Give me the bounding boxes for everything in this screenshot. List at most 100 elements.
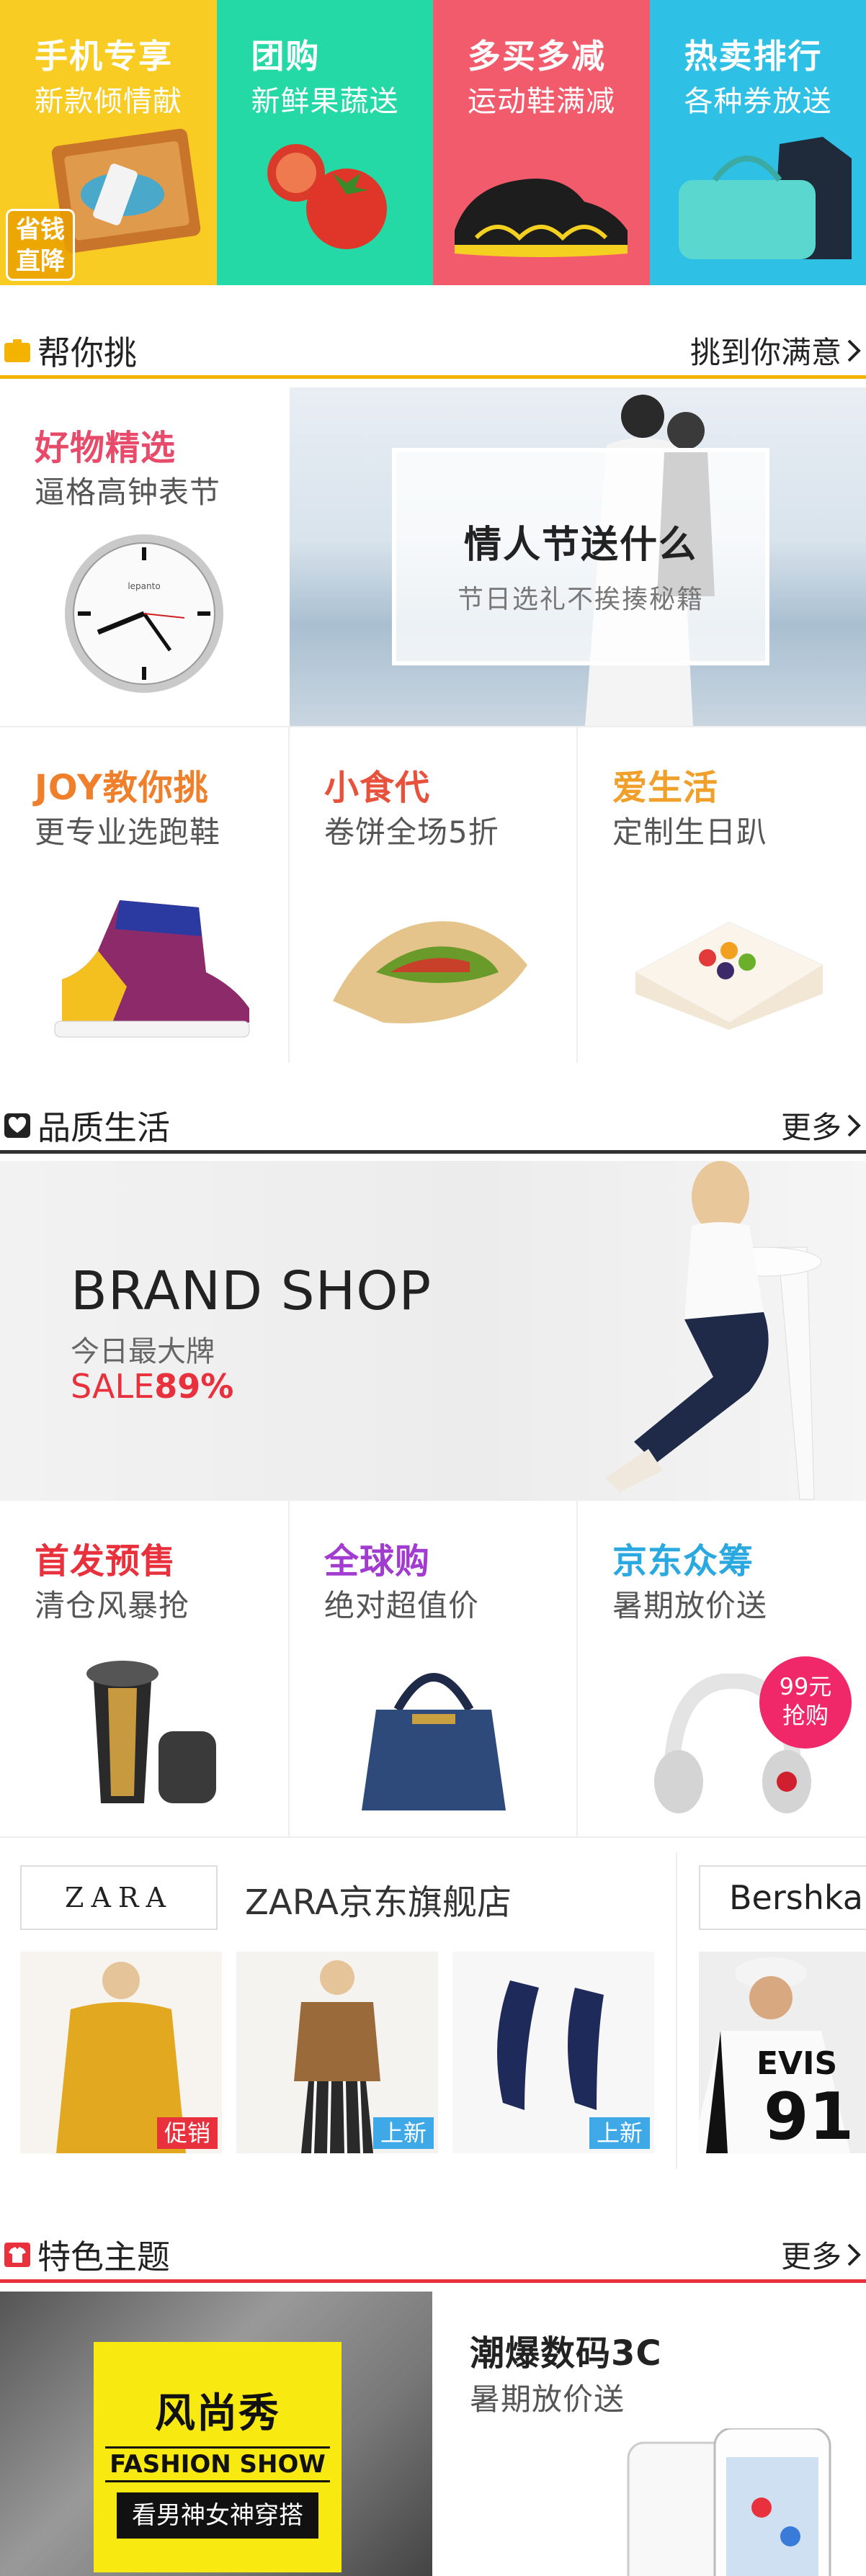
cell-title: 首发预售 xyxy=(35,1541,177,1581)
divider xyxy=(676,1852,677,2169)
promo-buy-more[interactable]: 多买多减 运动鞋满减 xyxy=(433,0,650,285)
promo-hot-ranking[interactable]: 热卖排行 各种券放送 xyxy=(649,0,866,285)
digital-3c-cell[interactable]: 潮爆数码3C 暑期放价送 xyxy=(434,2292,866,2576)
valentine-title: 情人节送什么 xyxy=(463,524,697,567)
cell-title: 京东众筹 xyxy=(612,1541,754,1581)
fashion-title: 风尚秀 xyxy=(155,2390,280,2437)
clock-brand-text: lepanto xyxy=(128,581,160,591)
cell-title: 爱生活 xyxy=(612,768,719,808)
section-title: 特色主题 xyxy=(37,2237,170,2276)
zara-logo[interactable]: ZARA xyxy=(20,1865,218,1930)
snack-cell[interactable]: 小食代 卷饼全场5折 xyxy=(290,727,576,1063)
shirt-number: 91 xyxy=(764,2079,854,2153)
model-image xyxy=(605,1161,822,1500)
promo-subtitle: 运动鞋满减 xyxy=(468,85,615,118)
section-title: 品质生活 xyxy=(37,1108,170,1147)
cell-title: JOY教你挑 xyxy=(35,768,209,808)
chevron-right-icon xyxy=(847,2243,861,2266)
cell-subtitle: 暑期放价送 xyxy=(470,2382,625,2417)
smartphones-image xyxy=(627,2428,831,2576)
promo-title: 多买多减 xyxy=(468,37,606,76)
cell-title: 小食代 xyxy=(324,768,431,808)
bershka-logo[interactable]: Bershka xyxy=(699,1865,866,1930)
product-card[interactable]: EVIS 91 xyxy=(699,1952,866,2153)
section-more-link[interactable]: 更多 xyxy=(781,2232,862,2276)
fashion-en-title: FASHION SHOW xyxy=(105,2446,330,2482)
divider xyxy=(0,1836,866,1838)
promo-title: 手机专享 xyxy=(35,37,173,76)
joy-pick-cell[interactable]: JOY教你挑 更专业选跑鞋 xyxy=(0,727,288,1063)
promo-group-buy[interactable]: 团购 新鲜果蔬送 xyxy=(216,0,433,285)
new-tag: 上新 xyxy=(589,2117,650,2149)
brand-shop-sale: SALE89% xyxy=(71,1367,233,1406)
section-header-theme: 特色主题 更多 xyxy=(0,2230,866,2283)
promo-tag: 促销 xyxy=(156,2117,218,2149)
section-header-quality: 品质生活 更多 xyxy=(0,1100,866,1154)
more-label: 更多 xyxy=(780,1110,842,1145)
good-picks-cell[interactable]: 好物精选 逼格高钟表节 lepanto xyxy=(0,387,288,726)
cell-title: 潮爆数码3C xyxy=(470,2333,662,2374)
promo-subtitle: 新款倾情献 xyxy=(35,85,182,118)
cell-subtitle: 逼格高钟表节 xyxy=(35,475,221,510)
global-buy-cell[interactable]: 全球购 绝对超值价 xyxy=(290,1501,576,1836)
promo-phone-exclusive[interactable]: 手机专享 新款倾情献 省钱直降 xyxy=(0,0,217,285)
cell-subtitle: 定制生日趴 xyxy=(612,814,768,850)
section-header-pick: 帮你挑 挑到你满意 xyxy=(0,326,866,379)
product-card[interactable]: 上新 xyxy=(236,1952,438,2153)
cell-subtitle: 更专业选跑鞋 xyxy=(35,814,221,850)
promo-title: 团购 xyxy=(251,37,321,76)
promo-banner-row: 手机专享 新款倾情献 省钱直降 团购 新鲜果蔬送 多买多减 运动鞋满减 热卖排行… xyxy=(0,0,866,285)
sale-prefix: SALE xyxy=(71,1367,155,1406)
love-life-cell[interactable]: 爱生活 定制生日趴 xyxy=(578,727,866,1063)
save-money-badge: 省钱直降 xyxy=(6,209,75,281)
handbag-image xyxy=(362,1673,506,1810)
brand-shop-banner[interactable]: BRAND SHOP 今日最大牌 SALE89% xyxy=(0,1161,866,1501)
tomato-image xyxy=(267,144,387,249)
cell-subtitle: 绝对超值价 xyxy=(324,1588,480,1623)
promo-subtitle: 新鲜果蔬送 xyxy=(251,85,399,118)
presale-cell[interactable]: 首发预售 清仓风暴抢 xyxy=(0,1501,288,1836)
tshirt-model-image: EVIS 91 xyxy=(699,1957,854,2153)
sale-value: 89% xyxy=(154,1367,234,1406)
cell-title: 好物精选 xyxy=(35,428,177,468)
cell-subtitle: 卷饼全场5折 xyxy=(324,814,499,850)
heart-tag-icon xyxy=(3,1111,32,1140)
bag-jacket-image xyxy=(678,137,852,259)
price-badge[interactable]: 99元 抢购 xyxy=(759,1656,852,1749)
badge-price: 99元 xyxy=(779,1673,832,1700)
crowdfunding-cell[interactable]: 京东众筹 暑期放价送 99元 抢购 xyxy=(578,1501,866,1836)
more-label: 挑到你满意 xyxy=(689,335,842,370)
valentine-banner[interactable]: 情人节送什么 节日选礼不挨揍秘籍 xyxy=(290,387,866,726)
cell-subtitle: 清仓风暴抢 xyxy=(35,1588,190,1623)
shaver-image xyxy=(86,1661,216,1803)
fashion-show-banner[interactable]: 风尚秀 FASHION SHOW 看男神女神穿搭 xyxy=(0,2292,432,2576)
section-more-link[interactable]: 更多 xyxy=(781,1103,862,1147)
shirt-icon xyxy=(3,2240,32,2269)
promo-subtitle: 各种券放送 xyxy=(684,85,832,118)
brand-shop-title: BRAND SHOP xyxy=(71,1260,432,1322)
cell-subtitle: 暑期放价送 xyxy=(612,1588,768,1623)
product-card[interactable]: 促销 xyxy=(20,1952,222,2153)
hightop-shoe-image xyxy=(54,900,250,1038)
section-more-link[interactable]: 挑到你满意 xyxy=(690,328,862,372)
badge-label: 抢购 xyxy=(782,1702,829,1729)
shirt-text: EVIS xyxy=(756,2045,837,2082)
valentine-text-box: 情人节送什么 节日选礼不挨揍秘籍 xyxy=(392,448,769,665)
cake-image xyxy=(634,921,824,1030)
clock-image: lepanto xyxy=(65,534,223,693)
promo-title: 热卖排行 xyxy=(684,37,823,76)
product-card[interactable]: 上新 xyxy=(452,1952,654,2153)
fashion-tagline: 看男神女神穿搭 xyxy=(117,2492,318,2539)
fashion-show-box: 风尚秀 FASHION SHOW 看男神女神穿搭 xyxy=(94,2342,342,2572)
brand-shop-subtitle: 今日最大牌 xyxy=(71,1335,215,1368)
wrap-food-image xyxy=(333,921,527,1023)
chevron-right-icon xyxy=(847,339,861,362)
zara-store-name[interactable]: ZARA京东旗舰店 xyxy=(245,1874,512,1924)
sneaker-image xyxy=(455,179,628,257)
cell-title: 全球购 xyxy=(324,1541,431,1581)
new-tag: 上新 xyxy=(372,2117,434,2149)
chevron-right-icon xyxy=(847,1114,861,1136)
box-icon xyxy=(3,336,32,365)
more-label: 更多 xyxy=(780,2239,842,2274)
valentine-subtitle: 节日选礼不挨揍秘籍 xyxy=(457,585,704,614)
